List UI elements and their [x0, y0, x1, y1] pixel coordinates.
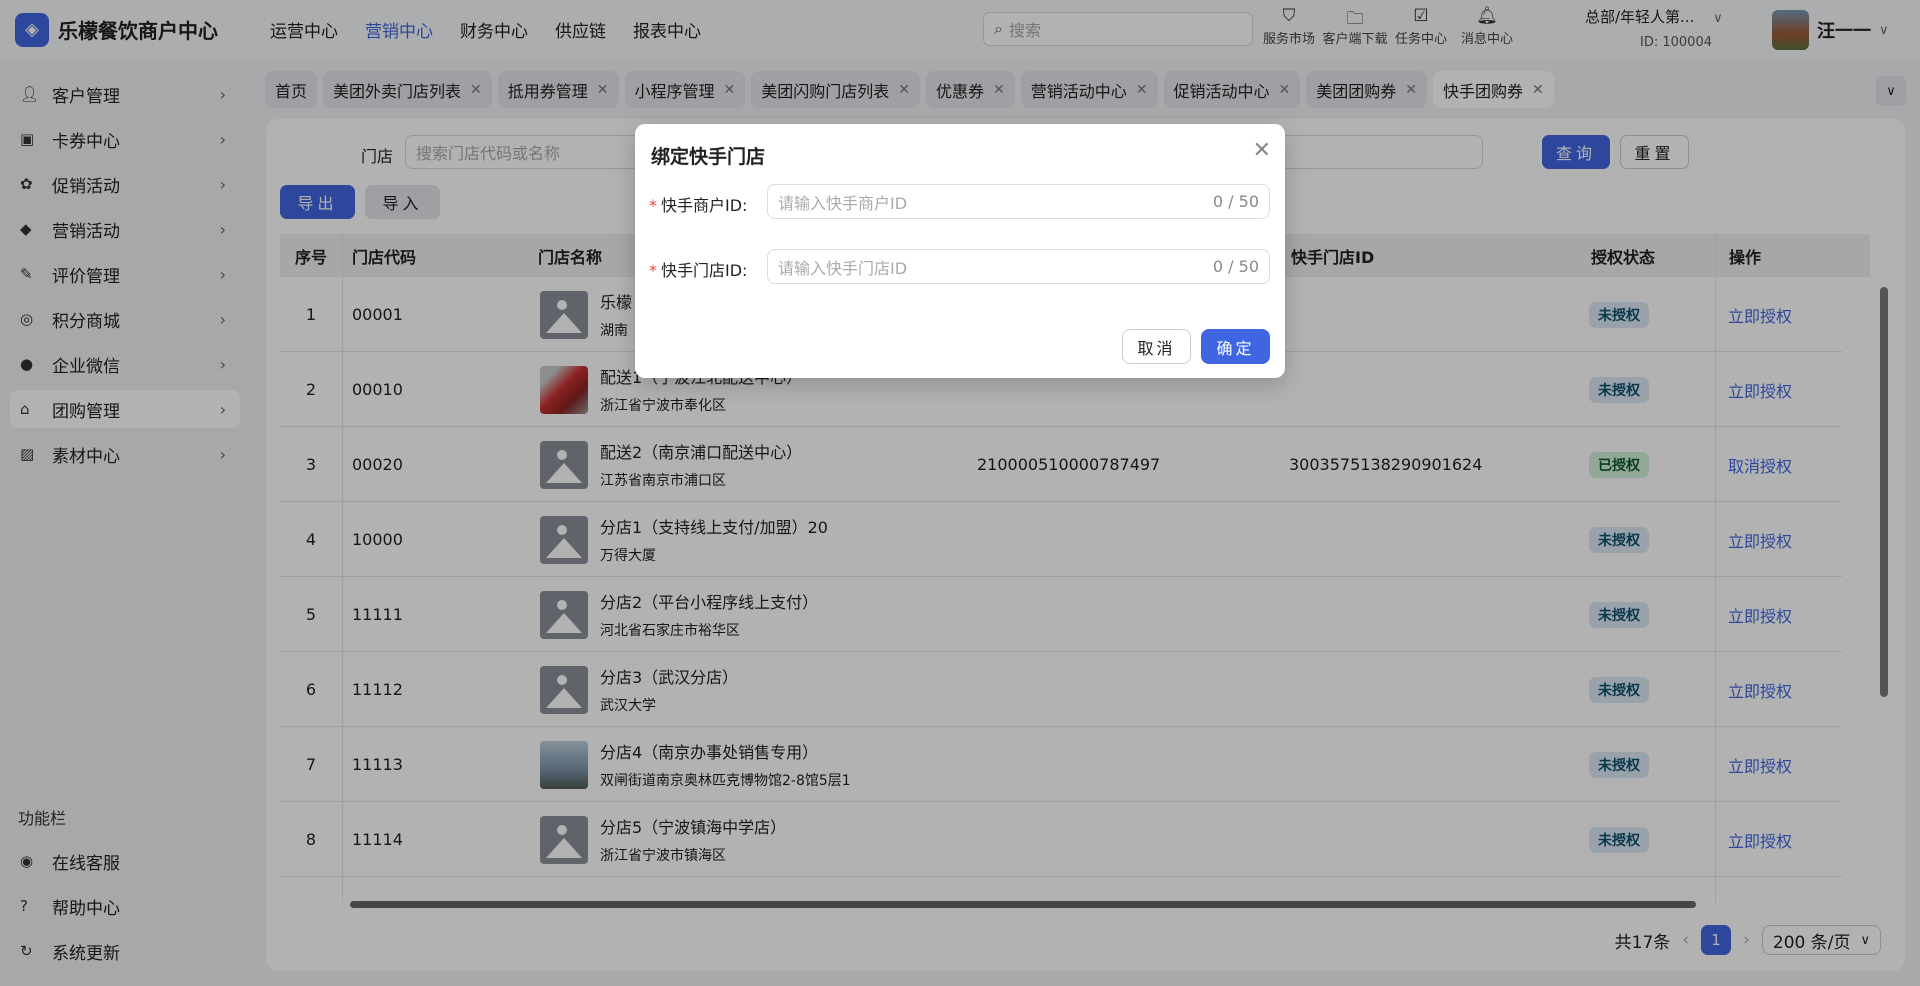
char-count: 0 / 50 — [1212, 192, 1259, 211]
merchant-id-input[interactable]: 请输入快手商户ID 0 / 50 — [767, 184, 1270, 219]
char-count: 0 / 50 — [1212, 257, 1259, 276]
merchant-id-label: * 快手商户ID: — [649, 196, 748, 215]
store-id-input[interactable]: 请输入快手门店ID 0 / 50 — [767, 249, 1270, 284]
store-id-placeholder: 请输入快手门店ID — [778, 258, 908, 278]
confirm-button[interactable]: 确定 — [1201, 329, 1270, 364]
cancel-button[interactable]: 取消 — [1122, 329, 1191, 364]
close-icon[interactable]: ✕ — [1253, 138, 1271, 163]
dialog-title: 绑定快手门店 — [651, 146, 766, 168]
bind-kuaishou-store-dialog: 绑定快手门店 ✕ * 快手商户ID: 请输入快手商户ID 0 / 50 * 快手门店I… — [635, 124, 1285, 378]
merchant-id-placeholder: 请输入快手商户ID — [778, 193, 908, 213]
store-id-label: * 快手门店ID: — [649, 261, 748, 280]
